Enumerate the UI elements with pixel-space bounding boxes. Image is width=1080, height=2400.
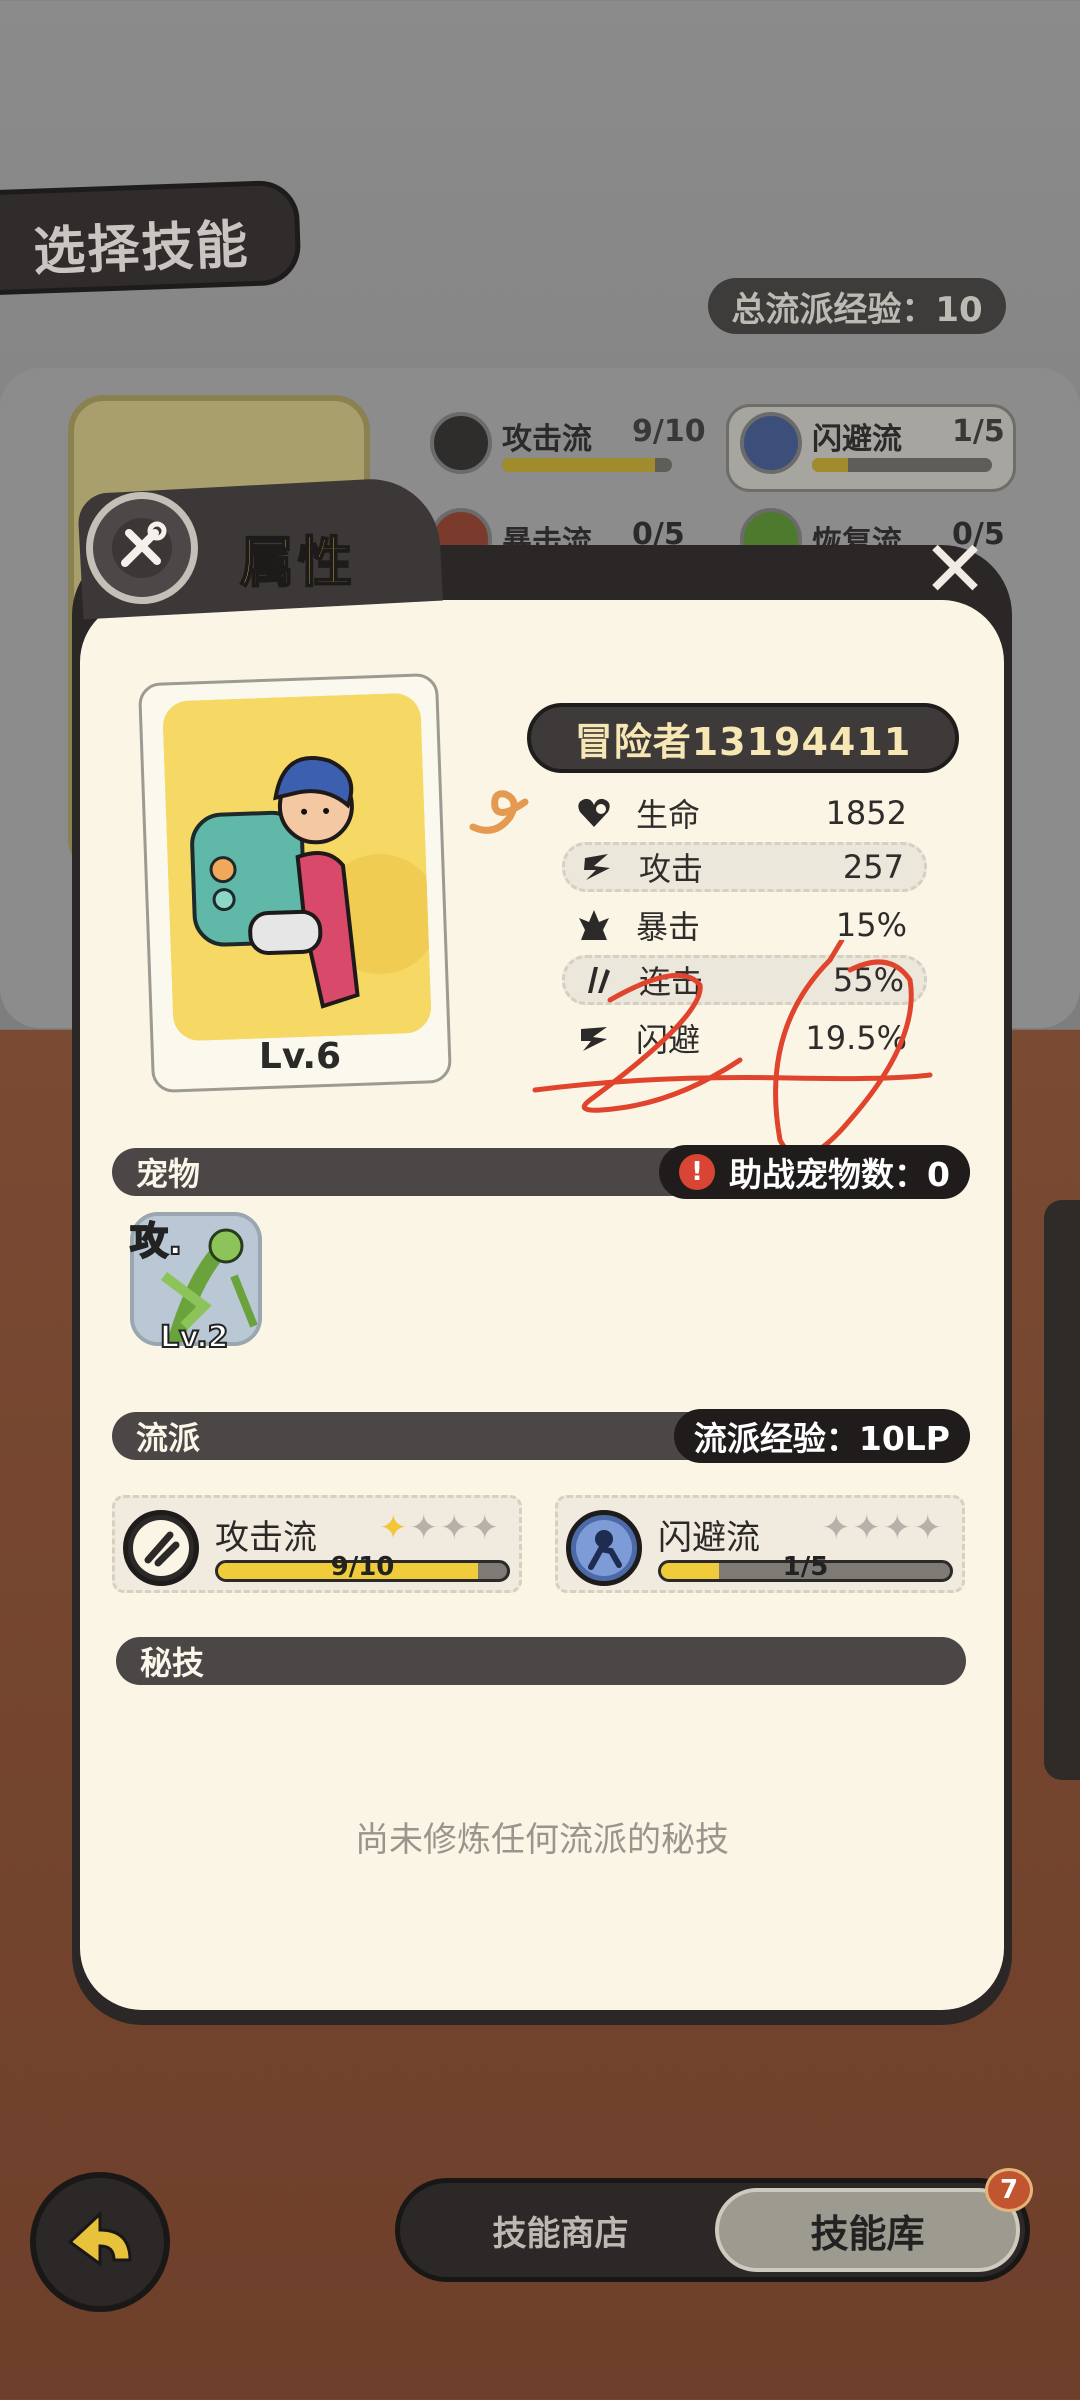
pet-level: Lv.2 — [159, 1319, 229, 1356]
warning-icon: ! — [679, 1154, 716, 1190]
school-progress: 9/10 — [330, 1552, 395, 1582]
character-level: Lv.6 — [258, 1036, 342, 1077]
wrench-icon — [86, 492, 198, 604]
heart-icon — [574, 793, 614, 833]
dodge-icon — [574, 1018, 614, 1058]
stat-row-combo: 连击 55% — [562, 955, 927, 1005]
swirl-decoration-icon — [469, 790, 529, 834]
combo-icon — [577, 960, 617, 1000]
stat-label: 攻击 — [639, 850, 704, 888]
attack-school-icon — [123, 1510, 199, 1586]
pet-type-tag: 攻. — [129, 1218, 183, 1264]
schools-section-bar: 流派 流派经验：10LP — [112, 1409, 970, 1463]
stat-value: 55% — [832, 961, 904, 999]
character-name: 冒险者13194411 — [574, 719, 912, 764]
stat-label: 连击 — [639, 963, 704, 1001]
bg-school-progress: 1/5 — [952, 414, 1005, 449]
assist-pet-count: ! 助战宠物数：0 — [659, 1145, 970, 1199]
back-arrow-icon — [67, 2210, 132, 2267]
character-name-plate: 冒险者13194411 — [527, 703, 959, 773]
character-portrait — [162, 692, 432, 1042]
stat-row-attack: 攻击 257 — [562, 842, 927, 892]
secret-empty-message: 尚未修炼任何流派的秘技 — [355, 1820, 729, 1860]
schools-section-title: 流派 — [136, 1419, 201, 1457]
secret-section-bar: 秘技 — [116, 1637, 966, 1685]
pets-section-title: 宠物 — [136, 1155, 201, 1193]
stat-value: 15% — [835, 906, 907, 944]
pets-section-bar: 宠物 ! 助战宠物数：0 — [112, 1145, 970, 1199]
close-button[interactable]: ✕ — [915, 530, 995, 610]
screen-title: 选择技能 — [32, 215, 251, 283]
stat-value: 1852 — [825, 794, 907, 832]
school-exp-pill: 流派经验：10LP — [673, 1409, 970, 1463]
bg-school-dodge[interactable]: 闪避流 1/5 — [740, 412, 1005, 474]
crit-icon — [574, 905, 614, 945]
tab-skill-library[interactable]: 技能库 — [715, 2188, 1020, 2272]
modal-title: 属性 — [239, 530, 356, 595]
stat-label: 暴击 — [636, 908, 701, 946]
bg-school-attack[interactable]: 攻击流 9/10 — [430, 412, 706, 474]
school-card-attack[interactable]: 攻击流 ✦✦✦✦ 9/10 — [112, 1495, 522, 1593]
bg-school-bar — [502, 458, 672, 472]
school-card-dodge[interactable]: 闪避流 ✦✦✦✦ 1/5 — [555, 1495, 965, 1593]
stat-row-dodge: 闪避 19.5% — [562, 1013, 927, 1063]
school-progress: 1/5 — [782, 1552, 829, 1582]
secret-section-title: 秘技 — [140, 1644, 205, 1682]
stat-row-crit: 暴击 15% — [562, 900, 927, 950]
school-exp-text: 流派经验：10LP — [693, 1419, 950, 1458]
star-rating: ✦✦✦✦ — [822, 1508, 944, 1548]
background-side-panel — [1044, 1200, 1080, 1780]
stat-row-hp: 生命 1852 — [562, 788, 927, 838]
bg-school-name: 闪避流 — [812, 422, 902, 457]
tab-skill-shop[interactable]: 技能商店 — [408, 2190, 713, 2270]
dodge-school-icon — [740, 412, 802, 474]
total-exp-pill: 总流派经验：10 — [708, 278, 1006, 334]
attack-school-icon — [430, 412, 492, 474]
stat-label: 生命 — [636, 796, 701, 834]
stat-value: 19.5% — [805, 1019, 907, 1057]
attack-icon — [577, 847, 617, 887]
assist-pet-count-text: 助战宠物数：0 — [729, 1155, 950, 1194]
stat-label: 闪避 — [636, 1021, 701, 1059]
screen-title-banner: 选择技能 — [0, 179, 302, 296]
bg-school-progress: 9/10 — [632, 414, 706, 449]
bg-school-bar — [812, 458, 992, 472]
star-rating: ✦✦✦✦ — [379, 1508, 501, 1548]
notification-badge: 7 — [985, 2168, 1033, 2212]
dodge-school-icon — [566, 1510, 642, 1586]
stat-value: 257 — [842, 848, 904, 886]
bg-school-name: 攻击流 — [502, 422, 592, 457]
back-button[interactable] — [30, 2172, 170, 2312]
